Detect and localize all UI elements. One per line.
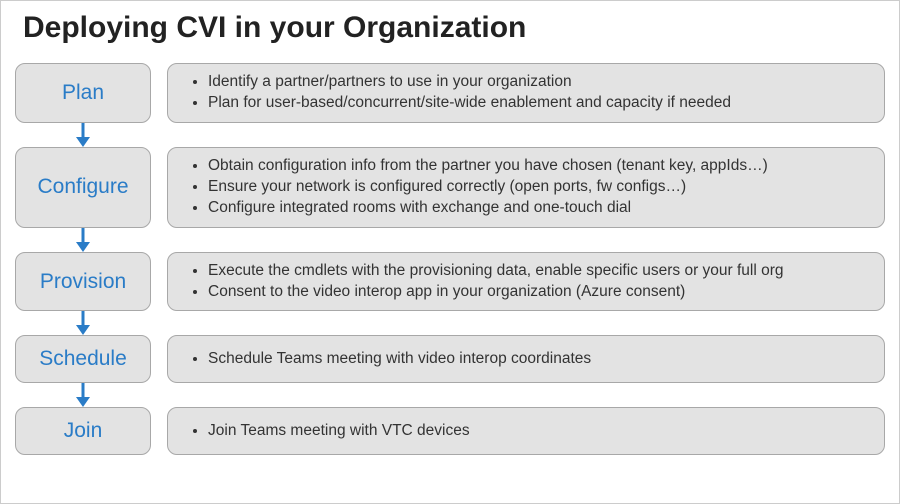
step-item: Consent to the video interop app in your… xyxy=(208,282,784,303)
step-desc-configure: Obtain configuration info from the partn… xyxy=(167,147,885,228)
step-item: Plan for user-based/concurrent/site-wide… xyxy=(208,93,731,114)
step-box-plan: Plan xyxy=(15,63,151,123)
steps-container: Plan Identify a partner/partners to use … xyxy=(15,63,885,455)
arrow-down-icon xyxy=(73,311,93,335)
arrow-row xyxy=(15,228,885,252)
step-label: Schedule xyxy=(39,347,127,371)
step-desc-provision: Execute the cmdlets with the provisionin… xyxy=(167,252,885,312)
step-item: Execute the cmdlets with the provisionin… xyxy=(208,261,784,282)
step-box-schedule: Schedule xyxy=(15,335,151,383)
step-item: Obtain configuration info from the partn… xyxy=(208,156,768,177)
step-desc-plan: Identify a partner/partners to use in yo… xyxy=(167,63,885,123)
page-title: Deploying CVI in your Organization xyxy=(23,11,885,45)
step-item: Schedule Teams meeting with video intero… xyxy=(208,349,591,370)
step-item: Configure integrated rooms with exchange… xyxy=(208,198,768,219)
step-item: Join Teams meeting with VTC devices xyxy=(208,421,470,442)
arrow-down-icon xyxy=(73,383,93,407)
arrow-row xyxy=(15,311,885,335)
step-label: Join xyxy=(64,419,103,443)
arrow-down-icon xyxy=(73,123,93,147)
step-box-configure: Configure xyxy=(15,147,151,228)
step-row: Join Join Teams meeting with VTC devices xyxy=(15,407,885,455)
step-row: Provision Execute the cmdlets with the p… xyxy=(15,252,885,312)
step-box-join: Join xyxy=(15,407,151,455)
arrow-row xyxy=(15,123,885,147)
step-desc-join: Join Teams meeting with VTC devices xyxy=(167,407,885,455)
step-row: Plan Identify a partner/partners to use … xyxy=(15,63,885,123)
arrow-down-icon xyxy=(73,228,93,252)
step-row: Schedule Schedule Teams meeting with vid… xyxy=(15,335,885,383)
step-label: Plan xyxy=(62,81,104,105)
arrow-row xyxy=(15,383,885,407)
step-label: Provision xyxy=(40,270,126,294)
step-item: Identify a partner/partners to use in yo… xyxy=(208,72,731,93)
step-desc-schedule: Schedule Teams meeting with video intero… xyxy=(167,335,885,383)
step-box-provision: Provision xyxy=(15,252,151,312)
step-item: Ensure your network is configured correc… xyxy=(208,177,768,198)
step-row: Configure Obtain configuration info from… xyxy=(15,147,885,228)
step-label: Configure xyxy=(37,175,128,199)
